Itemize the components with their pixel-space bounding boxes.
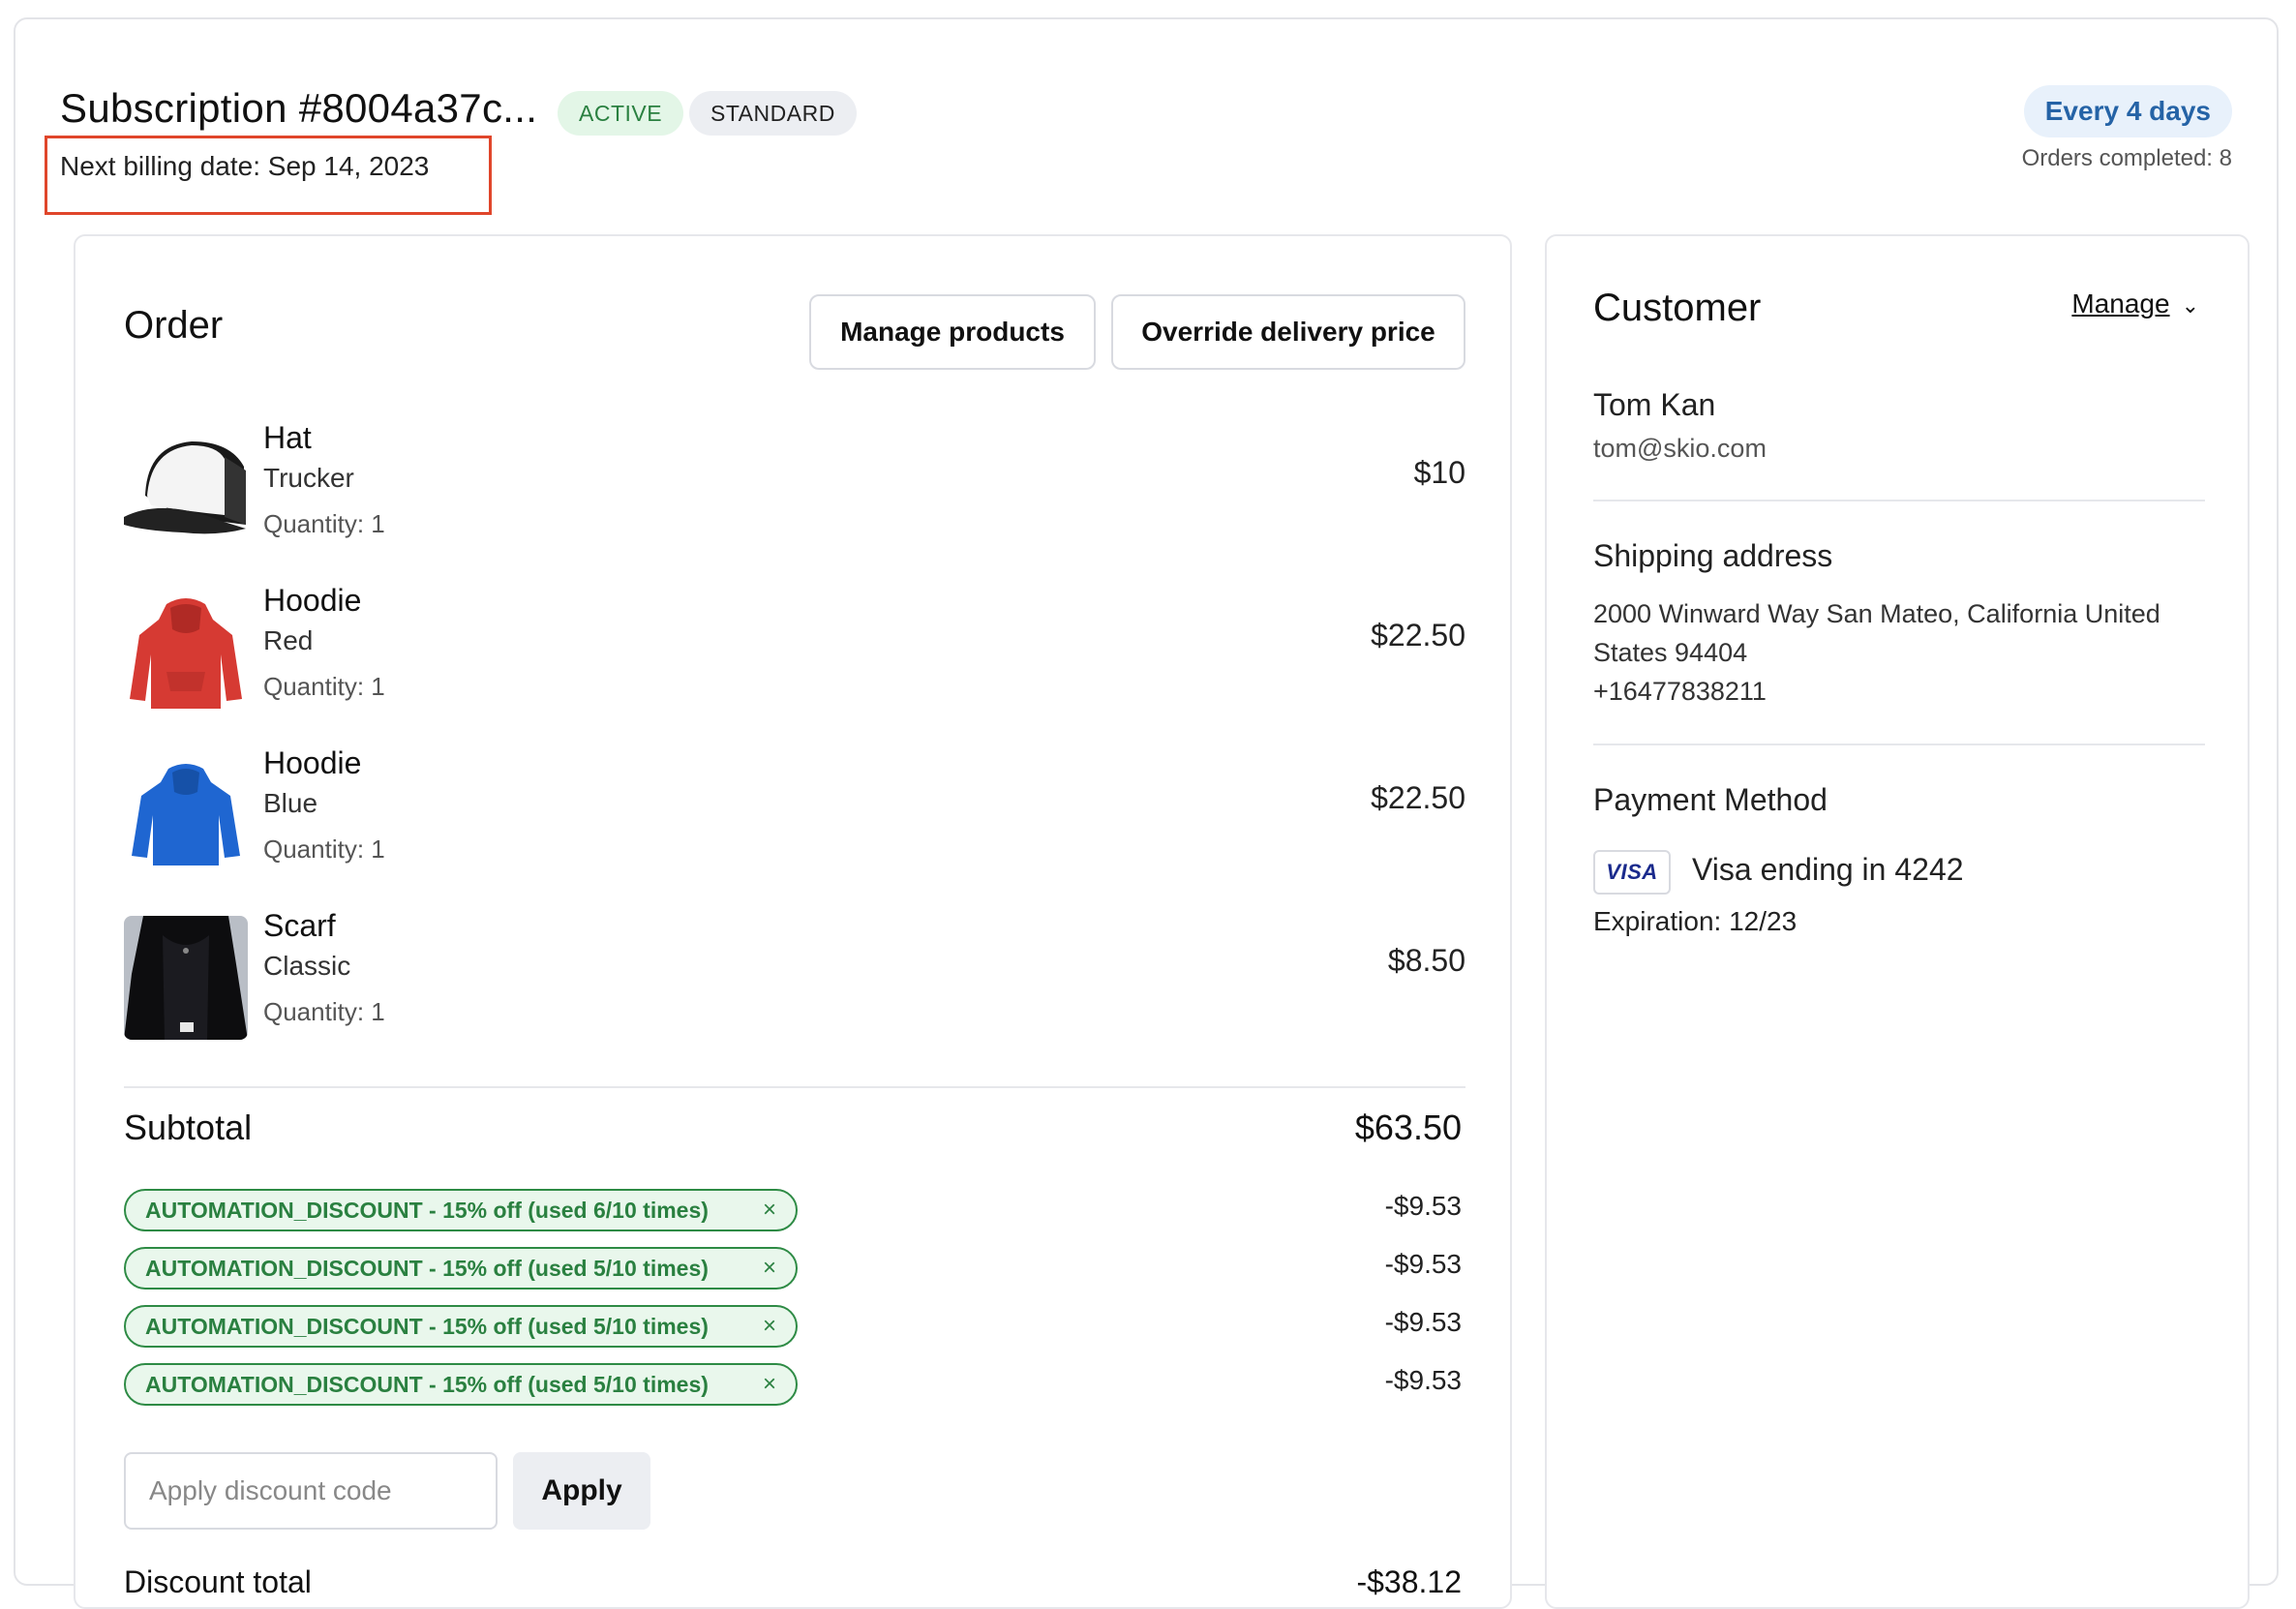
- product-quantity: Quantity: 1: [263, 997, 385, 1026]
- orders-completed: Orders completed: 8: [2021, 145, 2232, 171]
- payment-heading: Payment Method: [1593, 782, 1828, 817]
- product-variant: Trucker: [263, 463, 354, 493]
- subtotal-value: $63.50: [1354, 1108, 1462, 1147]
- manage-products-button[interactable]: Manage products: [809, 294, 1096, 370]
- shipping-heading: Shipping address: [1593, 538, 1833, 573]
- subtotal-label: Subtotal: [124, 1108, 253, 1147]
- discount-tag: AUTOMATION_DISCOUNT - 15% off (used 5/10…: [124, 1363, 798, 1406]
- apply-discount-button[interactable]: Apply: [513, 1452, 650, 1530]
- product-quantity: Quantity: 1: [263, 835, 385, 864]
- product-row: Hoodie Red Quantity: 1 $22.50: [124, 583, 1465, 738]
- hat-image: [124, 428, 248, 552]
- manage-label[interactable]: Manage: [2071, 288, 2169, 319]
- discount-label: AUTOMATION_DISCOUNT - 15% off (used 6/10…: [145, 1198, 709, 1223]
- red-hoodie-image: [124, 591, 248, 714]
- product-name: Hoodie: [263, 745, 362, 780]
- discount-amount: -$9.53: [1384, 1191, 1462, 1221]
- card-description: Visa ending in 4242: [1692, 852, 1964, 887]
- product-variant: Blue: [263, 788, 318, 818]
- override-delivery-price-button[interactable]: Override delivery price: [1111, 294, 1465, 370]
- card-expiration: Expiration: 12/23: [1593, 906, 1798, 936]
- order-card: Order Manage products Override delivery …: [74, 234, 1512, 1609]
- subscription-title: Subscription #8004a37c...: [60, 85, 538, 131]
- discount-total-label: Discount total: [124, 1564, 312, 1599]
- discount-label: AUTOMATION_DISCOUNT - 15% off (used 5/10…: [145, 1314, 709, 1339]
- customer-card: Customer Manage ⌄ Tom Kan tom@skio.com Sh…: [1545, 234, 2250, 1609]
- discount-label: AUTOMATION_DISCOUNT - 15% off (used 5/10…: [145, 1372, 709, 1397]
- customer-name: Tom Kan: [1593, 387, 1716, 422]
- product-name: Hat: [263, 420, 312, 455]
- divider: [124, 1086, 1465, 1088]
- product-variant: Red: [263, 625, 314, 655]
- blue-hoodie-image: [124, 753, 248, 877]
- next-billing-date: Next billing date: Sep 14, 2023: [60, 151, 430, 181]
- plan-badge: STANDARD: [689, 91, 857, 136]
- visa-card-icon: VISA: [1593, 850, 1671, 895]
- discount-amount: -$9.53: [1384, 1365, 1462, 1395]
- divider: [1593, 744, 2205, 745]
- manage-customer-link[interactable]: Manage ⌄: [2071, 288, 2199, 319]
- remove-discount-icon[interactable]: ×: [763, 1365, 776, 1404]
- customer-title: Customer: [1593, 287, 1762, 329]
- discount-total-value: -$38.12: [1356, 1564, 1462, 1599]
- product-variant: Classic: [263, 951, 351, 981]
- remove-discount-icon[interactable]: ×: [763, 1191, 776, 1230]
- product-row: Hat Trucker Quantity: 1 $10: [124, 420, 1465, 575]
- discount-label: AUTOMATION_DISCOUNT - 15% off (used 5/10…: [145, 1256, 709, 1281]
- discount-amount: -$9.53: [1384, 1307, 1462, 1337]
- discount-tag: AUTOMATION_DISCOUNT - 15% off (used 6/10…: [124, 1189, 798, 1231]
- product-price: $8.50: [1387, 943, 1465, 978]
- product-quantity: Quantity: 1: [263, 672, 385, 701]
- product-row: Hoodie Blue Quantity: 1 $22.50: [124, 745, 1465, 900]
- product-price: $10: [1413, 455, 1465, 490]
- remove-discount-icon[interactable]: ×: [763, 1307, 776, 1346]
- product-price: $22.50: [1371, 780, 1465, 815]
- product-row: Scarf Classic Quantity: 1 $8.50: [124, 908, 1465, 1063]
- order-title: Order: [124, 304, 224, 347]
- remove-discount-icon[interactable]: ×: [763, 1249, 776, 1288]
- subscription-header: Subscription #8004a37c... ACTIVE STANDAR…: [45, 66, 2232, 215]
- status-badge: ACTIVE: [558, 91, 684, 136]
- frequency-pill[interactable]: Every 4 days: [2023, 85, 2232, 137]
- product-price: $22.50: [1371, 618, 1465, 653]
- product-name: Scarf: [263, 908, 336, 943]
- product-quantity: Quantity: 1: [263, 509, 385, 538]
- divider: [1593, 500, 2205, 501]
- discount-tag: AUTOMATION_DISCOUNT - 15% off (used 5/10…: [124, 1305, 798, 1348]
- address-text: 2000 Winward Way San Mateo, California U…: [1593, 599, 2160, 667]
- product-name: Hoodie: [263, 583, 362, 618]
- discount-amount: -$9.53: [1384, 1249, 1462, 1279]
- chevron-down-icon[interactable]: ⌄: [2182, 293, 2199, 319]
- subscription-page: Subscription #8004a37c... ACTIVE STANDAR…: [14, 17, 2279, 1609]
- discount-tag: AUTOMATION_DISCOUNT - 15% off (used 5/10…: [124, 1247, 798, 1290]
- shipping-address: 2000 Winward Way San Mateo, California U…: [1593, 594, 2213, 711]
- phone-number: +16477838211: [1593, 677, 1767, 706]
- customer-email: tom@skio.com: [1593, 434, 1767, 463]
- discount-code-input[interactable]: [124, 1452, 498, 1530]
- scarf-image: [124, 916, 248, 1040]
